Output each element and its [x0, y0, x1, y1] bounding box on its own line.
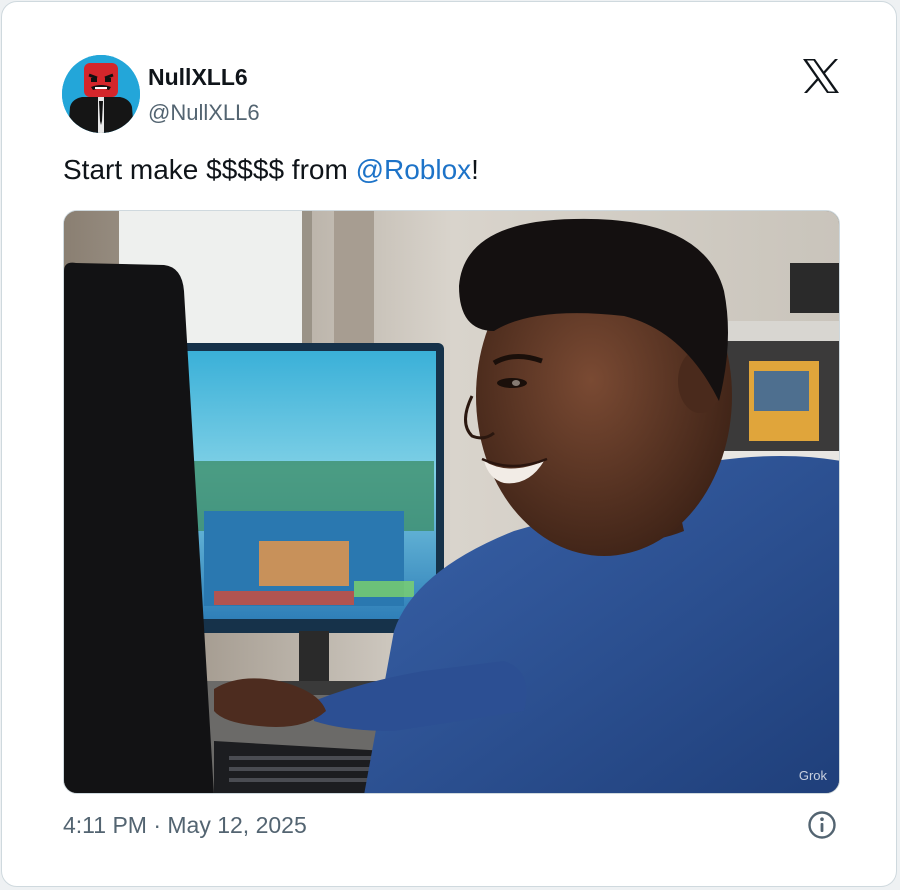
- tweet-text: Start make $$$$$ from @Roblox!: [63, 152, 479, 188]
- tweet-media-image[interactable]: Grok: [63, 210, 840, 794]
- tweet-text-body: Start make $$$$$ from: [63, 154, 356, 185]
- grok-watermark: Grok: [798, 768, 827, 783]
- avatar[interactable]: [62, 55, 140, 133]
- x-logo-icon[interactable]: [802, 58, 840, 94]
- avatar-image: [62, 55, 140, 133]
- tweet-text-suffix: !: [471, 154, 479, 185]
- tweet-card[interactable]: NullXLL6 @NullXLL6 Start make $$$$$ from…: [1, 1, 897, 887]
- user-handle[interactable]: @NullXLL6: [148, 99, 260, 127]
- info-icon[interactable]: [807, 810, 837, 840]
- display-name[interactable]: NullXLL6: [148, 63, 248, 91]
- tweet-timestamp[interactable]: 4:11 PM · May 12, 2025: [63, 810, 307, 840]
- mention-link[interactable]: @Roblox: [356, 154, 472, 185]
